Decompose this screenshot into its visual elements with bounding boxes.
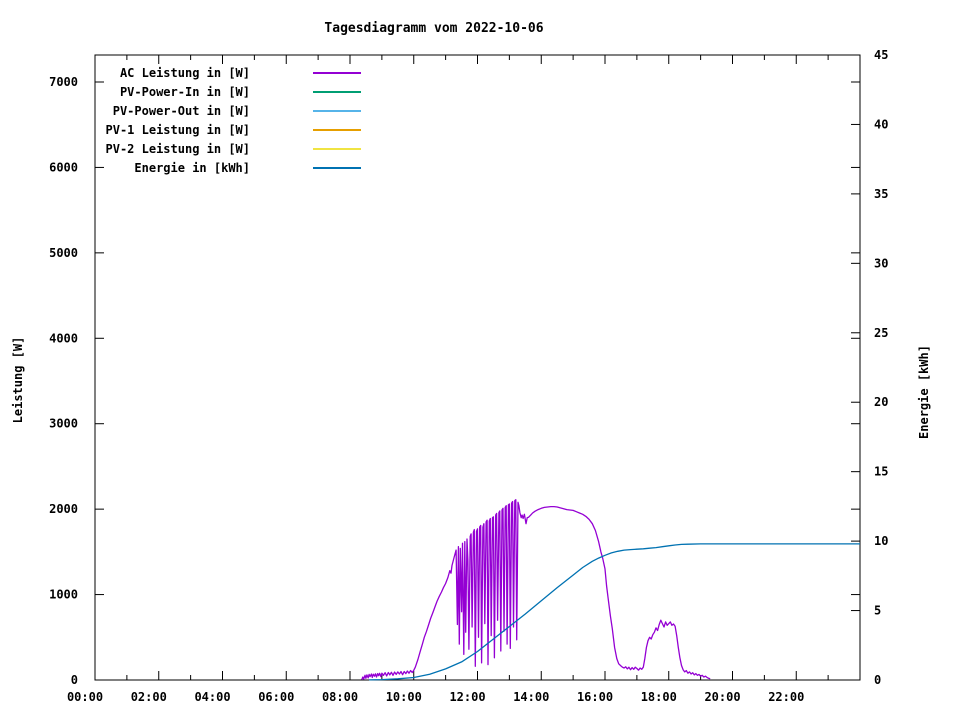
y-right-tick-label: 15 — [874, 465, 888, 479]
x-tick-label: 00:00 — [67, 690, 103, 704]
y-right-axis-label: Energie [kWh] — [917, 345, 931, 439]
y-right-tick-label: 30 — [874, 256, 888, 270]
y-right-tick-label: 45 — [874, 48, 888, 62]
y-left-tick-label: 3000 — [49, 417, 78, 431]
series-line-ac-leistung-in-w- — [361, 499, 711, 680]
x-tick-label: 08:00 — [322, 690, 358, 704]
legend-label: PV-2 Leistung in [W] — [106, 142, 251, 156]
legend-item-pv-power-out-in-w-: PV-Power-Out in [W] — [113, 104, 361, 118]
y-right-tick-label: 35 — [874, 187, 888, 201]
y-right-tick-label: 0 — [874, 673, 881, 687]
y-left-tick-label: 4000 — [49, 331, 78, 345]
y-left-tick-label: 2000 — [49, 502, 78, 516]
x-tick-label: 20:00 — [704, 690, 740, 704]
x-tick-label: 02:00 — [131, 690, 167, 704]
y-left-axis-label: Leistung [W] — [11, 337, 25, 424]
chart-title: Tagesdiagramm vom 2022-10-06 — [324, 21, 543, 36]
x-tick-label: 10:00 — [386, 690, 422, 704]
legend-label: AC Leistung in [W] — [120, 66, 250, 80]
tagesdiagramm-chart: Tagesdiagramm vom 2022-10-06 Leistung [W… — [11, 21, 931, 704]
y-left-tick-label: 0 — [71, 673, 78, 687]
y-right-tick-label: 20 — [874, 395, 888, 409]
legend-label: PV-Power-Out in [W] — [113, 104, 250, 118]
chart-canvas: Tagesdiagramm vom 2022-10-06 Leistung [W… — [0, 0, 960, 720]
legend-item-ac-leistung-in-w-: AC Leistung in [W] — [120, 66, 361, 80]
legend-item-pv-2-leistung-in-w-: PV-2 Leistung in [W] — [106, 142, 361, 156]
y-left-tick-label: 5000 — [49, 246, 78, 260]
y-right-tick-label: 25 — [874, 326, 888, 340]
legend-item-energie-in-kwh-: Energie in [kWh] — [134, 161, 361, 175]
y-left-tick-label: 1000 — [49, 588, 78, 602]
x-tick-label: 06:00 — [258, 690, 294, 704]
y-right-tick-label: 5 — [874, 604, 881, 618]
legend: AC Leistung in [W] PV-Power-In in [W] PV-P… — [106, 66, 361, 175]
legend-item-pv-1-leistung-in-w-: PV-1 Leistung in [W] — [106, 123, 361, 137]
series-line-energie-in-kwh- — [369, 543, 860, 681]
x-tick-label: 14:00 — [513, 690, 549, 704]
legend-label: PV-Power-In in [W] — [120, 85, 250, 99]
x-tick-label: 16:00 — [577, 690, 613, 704]
x-tick-label: 12:00 — [449, 690, 485, 704]
x-tick-label: 18:00 — [641, 690, 677, 704]
legend-item-pv-power-in-in-w-: PV-Power-In in [W] — [120, 85, 361, 99]
y-right-tick-label: 10 — [874, 534, 888, 548]
y-left-tick-label: 6000 — [49, 160, 78, 174]
legend-label: PV-1 Leistung in [W] — [106, 123, 251, 137]
y-left-tick-label: 7000 — [49, 75, 78, 89]
y-right-tick-label: 40 — [874, 117, 888, 131]
x-tick-label: 22:00 — [768, 690, 804, 704]
legend-label: Energie in [kWh] — [134, 161, 250, 175]
x-tick-label: 04:00 — [194, 690, 230, 704]
